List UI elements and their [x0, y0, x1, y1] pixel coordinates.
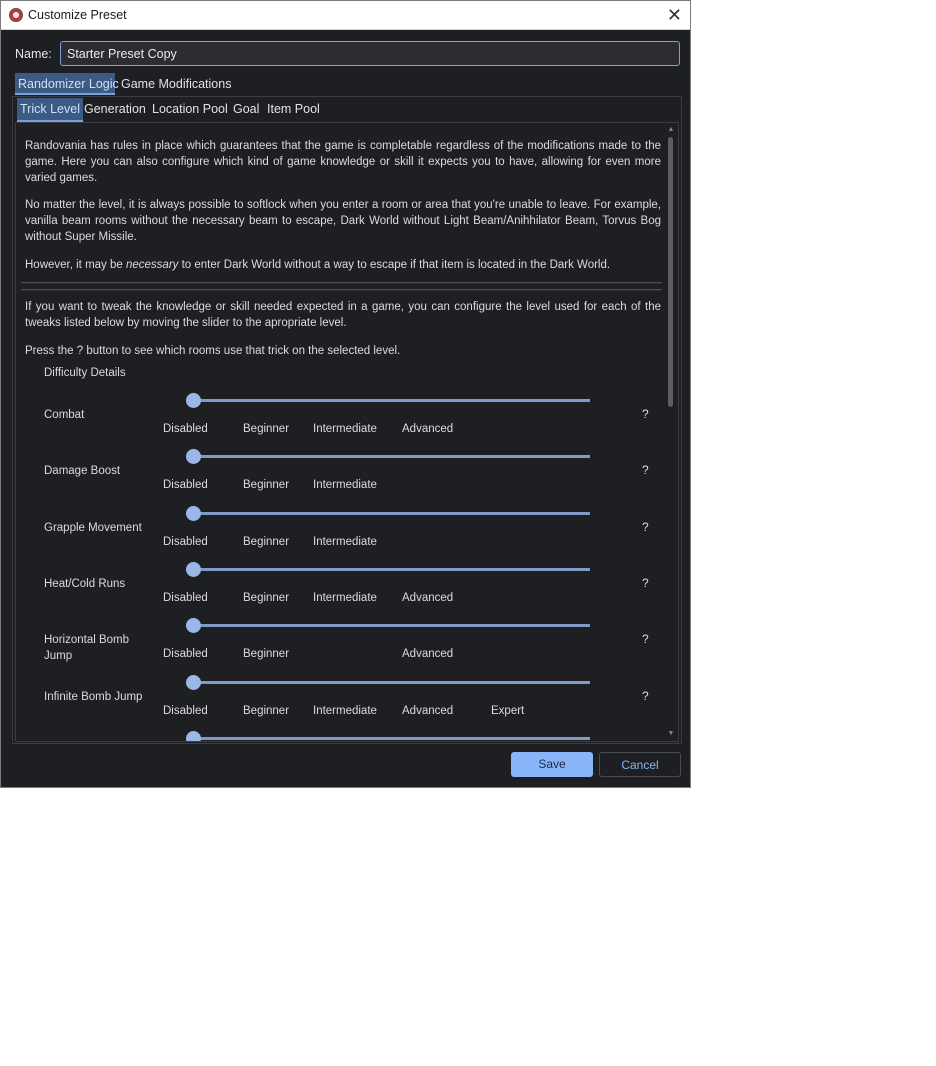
trick-level-label: Disabled: [163, 704, 208, 717]
trick-level-label: Intermediate: [313, 591, 377, 604]
trick-level-scroll-area[interactable]: Randovania has rules in place which guar…: [16, 123, 666, 741]
trick-slider-handle[interactable]: [186, 505, 201, 521]
tab-location-pool[interactable]: Location Pool: [149, 98, 231, 120]
trick-help-button[interactable]: ?: [642, 632, 649, 646]
trick-level-label: Disabled: [163, 535, 208, 548]
trick-slider-handle[interactable]: [186, 449, 201, 465]
intro-paragraph-5: Press the ? button to see which rooms us…: [25, 345, 401, 357]
separator: [21, 282, 662, 284]
trick-help-button[interactable]: ?: [642, 463, 649, 477]
save-button[interactable]: Save: [511, 752, 593, 777]
intro-paragraph-3: However, it may be necessary to enter Da…: [25, 259, 611, 271]
trick-level-pane: Randovania has rules in place which guar…: [15, 122, 679, 742]
trick-level-label: Intermediate: [313, 479, 377, 492]
trick-label: Combat: [44, 409, 85, 421]
trick-level-label: Advanced: [402, 704, 454, 717]
trick-level-label: Intermediate: [313, 535, 377, 548]
cancel-button[interactable]: Cancel: [599, 752, 681, 777]
trick-level-label: Intermediate: [313, 704, 377, 717]
trick-slider-track[interactable]: [190, 511, 590, 515]
trick-slider-track[interactable]: [190, 736, 590, 740]
trick-slider-handle[interactable]: [186, 561, 201, 577]
trick-help-button[interactable]: ?: [642, 520, 649, 534]
trick-level-label: Beginner: [243, 591, 290, 604]
trick-slider-handle[interactable]: [186, 730, 201, 741]
trick-level-label: Disabled: [163, 591, 208, 604]
preset-name-input[interactable]: [60, 41, 680, 66]
trick-level-label: Advanced: [402, 591, 454, 604]
trick-help-button[interactable]: ?: [642, 576, 649, 590]
trick-level-label: Disabled: [163, 423, 208, 435]
scrollbar-thumb[interactable]: [668, 137, 673, 407]
close-icon[interactable]: ✕: [667, 4, 682, 26]
trick-label: Grapple Movement: [44, 521, 142, 534]
trick-slider-handle[interactable]: [186, 618, 201, 634]
difficulty-details-header: Difficulty Details: [44, 367, 126, 379]
trick-label: Infinite Bomb Jump: [44, 690, 143, 703]
trick-label: Horizontal Bomb Jump: [44, 634, 130, 663]
trick-help-button[interactable]: ?: [642, 407, 649, 421]
trick-level-label: Beginner: [243, 704, 290, 717]
trick-label: Damage Boost: [44, 465, 121, 478]
trick-level-label: Beginner: [243, 423, 290, 435]
separator: [21, 289, 662, 291]
intro-paragraph-4: If you want to tweak the knowledge or sk…: [25, 301, 661, 329]
trick-slider-track[interactable]: [190, 567, 590, 571]
trick-slider-track[interactable]: [190, 455, 590, 459]
tab-randomizer-logic[interactable]: Randomizer Logic: [15, 73, 119, 95]
tab-item-pool[interactable]: Item Pool: [264, 98, 323, 120]
scroll-down-arrow-icon[interactable]: ▼: [666, 729, 676, 739]
tab-goal[interactable]: Goal: [230, 98, 262, 120]
trick-level-label: Disabled: [163, 479, 208, 492]
tab-game-modifications[interactable]: Game Modifications: [118, 73, 234, 95]
tab-generation[interactable]: Generation: [81, 98, 149, 120]
name-label: Name:: [15, 47, 52, 61]
trick-level-label: Advanced: [402, 648, 454, 661]
trick-slider-handle[interactable]: [186, 674, 201, 690]
scroll-up-arrow-icon[interactable]: ▲: [666, 125, 676, 135]
trick-label: Heat/Cold Runs: [44, 577, 126, 590]
trick-level-label: Beginner: [243, 535, 290, 548]
trick-slider-track[interactable]: [190, 680, 590, 684]
trick-level-label: Disabled: [163, 648, 208, 661]
app-icon: [9, 8, 23, 22]
title-bar: Customize Preset ✕: [1, 1, 690, 30]
trick-level-label: Expert: [491, 704, 525, 717]
customize-preset-dialog: Customize Preset ✕ Name: Randomizer Logi…: [0, 0, 691, 788]
trick-slider-track[interactable]: [190, 624, 590, 628]
trick-slider-handle[interactable]: [186, 393, 201, 408]
intro-paragraph-2: No matter the level, it is always possib…: [25, 199, 661, 243]
trick-level-label: Beginner: [243, 479, 290, 492]
vertical-scrollbar[interactable]: ▲ ▼: [666, 125, 676, 739]
intro-paragraph-1: Randovania has rules in place which guar…: [25, 140, 661, 184]
trick-help-button[interactable]: ?: [642, 689, 649, 703]
trick-level-label: Advanced: [402, 423, 454, 435]
trick-slider-track[interactable]: [190, 399, 590, 402]
window-title: Customize Preset: [28, 8, 127, 22]
trick-level-label: Intermediate: [313, 423, 377, 435]
tab-trick-level[interactable]: Trick Level: [17, 98, 83, 122]
trick-level-label: Beginner: [243, 648, 290, 661]
